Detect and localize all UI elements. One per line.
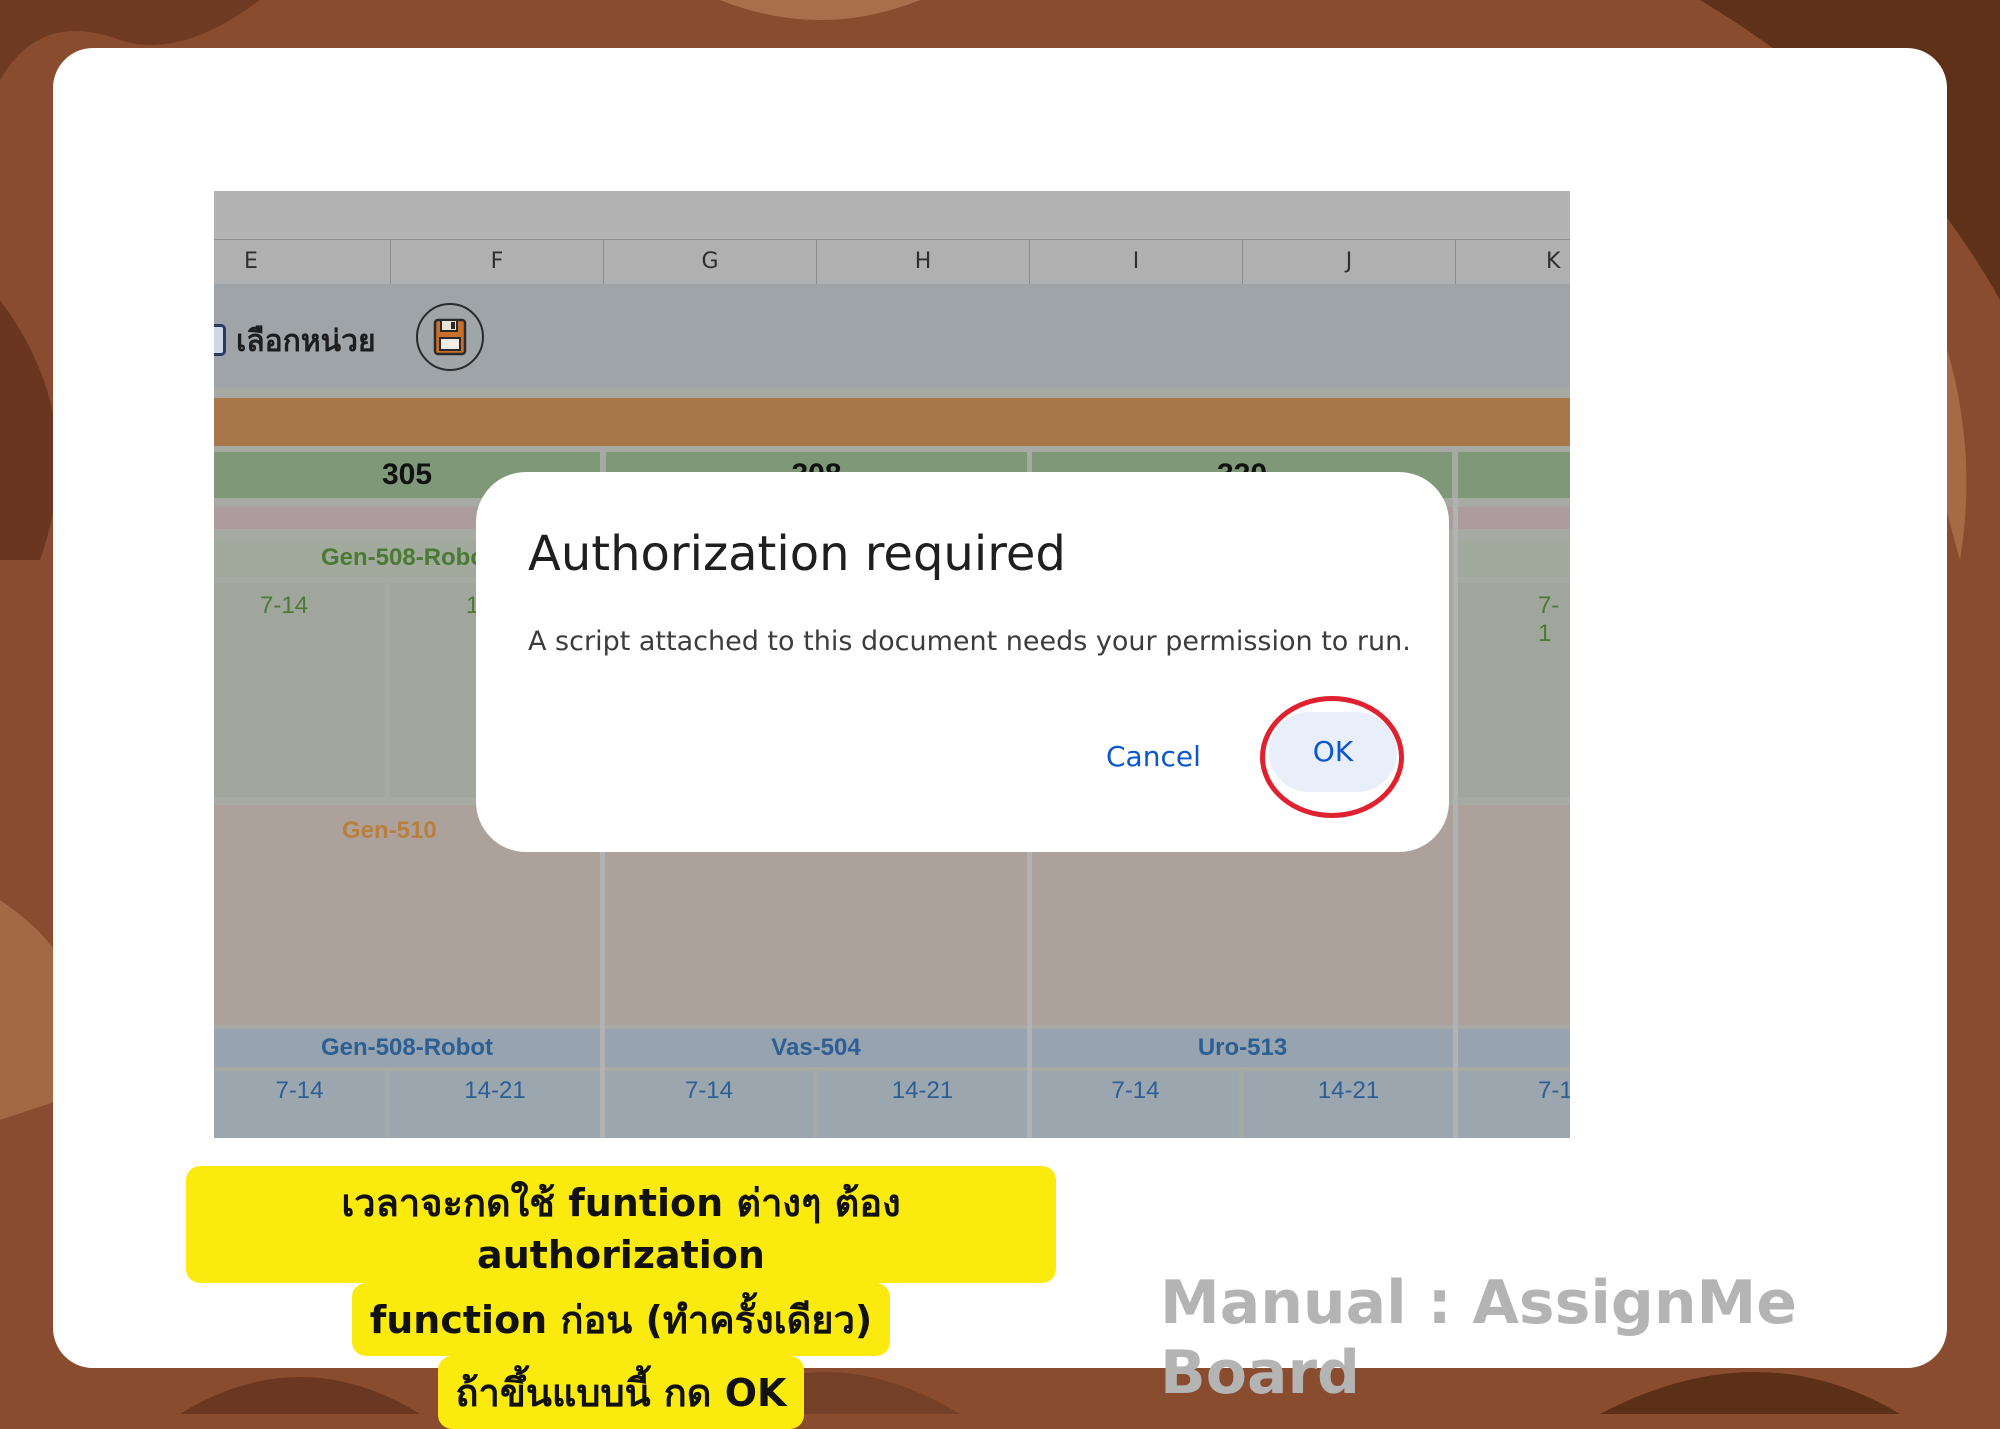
- column-header-f[interactable]: F: [390, 240, 603, 284]
- procedure-cell[interactable]: Uro-513: [1032, 1029, 1453, 1067]
- shift-cell[interactable]: 14-21: [818, 1071, 1027, 1138]
- column-header-i[interactable]: I: [1029, 240, 1242, 284]
- shift-cell[interactable]: 14-21: [390, 1071, 600, 1138]
- instruction-caption: เวลาจะกดใช้ funtion ต่างๆ ต้อง authoriza…: [186, 1166, 1056, 1429]
- column-header-g[interactable]: G: [603, 240, 816, 284]
- column-header-k[interactable]: K: [1455, 240, 1570, 284]
- caption-line-2: function ก่อน (ทำครั้งเดียว): [351, 1283, 891, 1356]
- room-next[interactable]: [1458, 452, 1570, 498]
- column-header-j[interactable]: J: [1242, 240, 1455, 284]
- column-header-row: E F G H I J K: [214, 239, 1570, 285]
- dialog-title: Authorization required: [528, 526, 1066, 582]
- unit-select-label: เลือกหน่วย: [236, 324, 376, 359]
- caption-line-1: เวลาจะกดใช้ funtion ต่างๆ ต้อง authoriza…: [186, 1166, 1056, 1283]
- procedure-cell-k[interactable]: [1458, 539, 1570, 577]
- procedure-cell[interactable]: Vas-504: [605, 1029, 1027, 1067]
- unit-checkbox[interactable]: [214, 324, 226, 356]
- shift-cell[interactable]: 7-14: [214, 1071, 385, 1138]
- sheet-top-bar: [214, 191, 1570, 239]
- shift-label: 7-1: [1538, 592, 1560, 647]
- shift-cell[interactable]: 7-1: [1458, 1071, 1570, 1138]
- shift-cell[interactable]: 7-14: [1032, 1071, 1239, 1138]
- floppy-disk-icon: [433, 318, 467, 356]
- manual-title: Manual : AssignMe Board: [1160, 1268, 1797, 1408]
- sheet-toolbar: เลือกหน่วย: [214, 284, 1570, 388]
- procedure-cell[interactable]: [1458, 1029, 1570, 1067]
- dialog-message: A script attached to this document needs…: [528, 626, 1411, 657]
- header-band: [214, 398, 1570, 446]
- column-header-e[interactable]: E: [214, 240, 357, 284]
- highlight-circle: [1260, 696, 1404, 818]
- save-button[interactable]: [416, 303, 484, 371]
- caption-line-3: ถ้าขึ้นแบบนี้ กด OK: [437, 1356, 805, 1429]
- shift-cell[interactable]: 7-14: [605, 1071, 813, 1138]
- cancel-button[interactable]: Cancel: [1106, 740, 1201, 773]
- procedure-cell[interactable]: Gen-508-Robot: [214, 1029, 600, 1067]
- shift-cell[interactable]: 14-21: [1244, 1071, 1453, 1138]
- column-header-h[interactable]: H: [816, 240, 1029, 284]
- shift-label: 7-14: [260, 592, 309, 619]
- procedure-label[interactable]: Gen-510: [342, 817, 437, 845]
